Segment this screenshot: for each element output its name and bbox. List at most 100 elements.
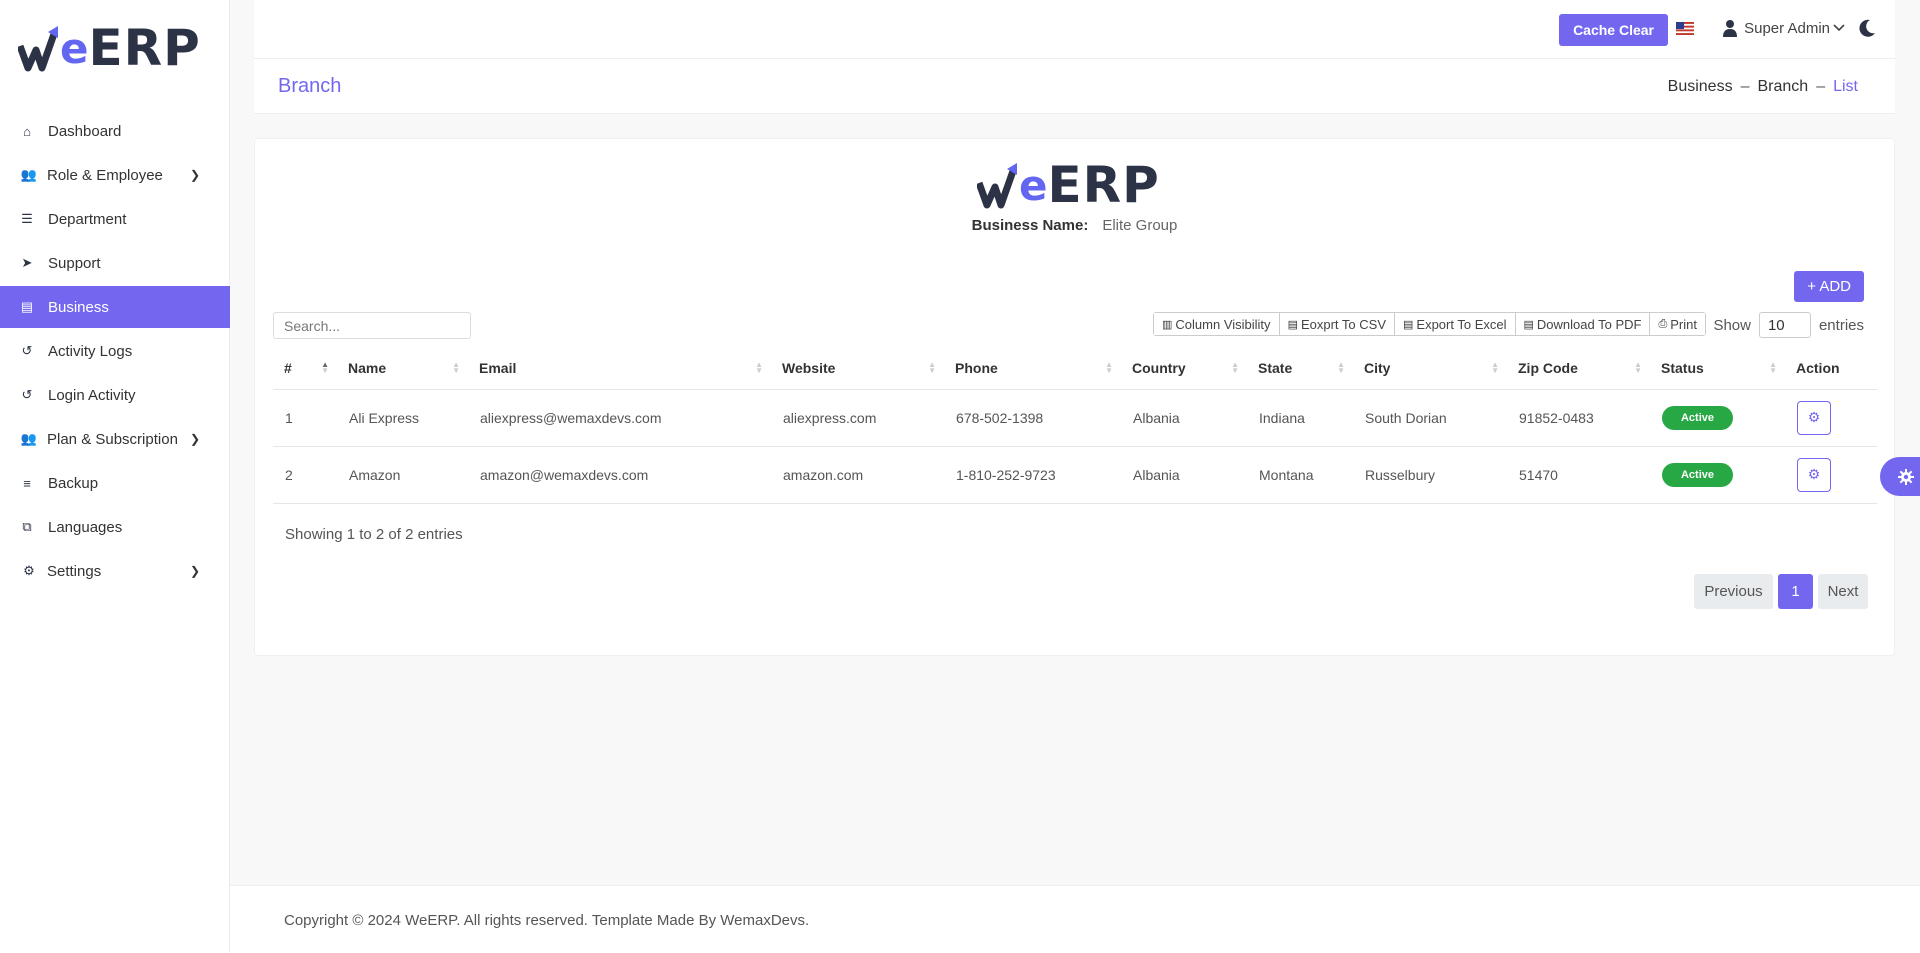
weerp-logo[interactable]: e ERP [18, 22, 201, 74]
paper-plane-icon: ➤ [21, 255, 33, 270]
sort-icon: ▲ ▼ [452, 360, 460, 375]
copyright-text: Copyright © 2024 WeERP. All rights reser… [284, 912, 810, 929]
sidebar-nav: ⌂ Dashboard 👥 Role & Employee ❯ ☰ Depart… [0, 110, 230, 594]
sidebar-item-dashboard[interactable]: ⌂ Dashboard [0, 110, 230, 152]
sidebar-item-label: Role & Employee [47, 166, 163, 184]
page-1-button[interactable]: 1 [1778, 574, 1813, 609]
cell-country: Albania [1121, 446, 1247, 504]
file-excel-icon: ▤ [1403, 318, 1414, 331]
download-pdf-button[interactable]: ▤ Download To PDF [1515, 313, 1651, 335]
page-header: Branch Business – Branch – List [254, 59, 1895, 114]
cell-state: Indiana [1247, 389, 1353, 447]
sidebar-item-activity-logs[interactable]: ↺ Activity Logs [0, 330, 230, 372]
avatar [1723, 20, 1738, 37]
gears-icon: ⚙ [1807, 409, 1821, 425]
logo-arrow-icon [18, 26, 58, 72]
cell-city: South Dorian [1353, 389, 1507, 447]
cell-website: amazon.com [771, 446, 944, 504]
cell-zip: 91852-0483 [1507, 389, 1650, 447]
home-icon: ⌂ [23, 123, 31, 139]
list-icon: ☰ [21, 211, 33, 226]
cell-email: aliexpress@wemaxdevs.com [468, 389, 771, 447]
footer: Copyright © 2024 WeERP. All rights reser… [230, 885, 1920, 953]
page-size-select[interactable]: 10 [1758, 312, 1811, 338]
cell-number: 2 [273, 446, 337, 504]
dark-mode-toggle-icon[interactable] [1857, 18, 1877, 38]
cell-status: Active [1650, 446, 1785, 504]
column-header-number[interactable]: # ▲ ▼ [273, 348, 337, 390]
row-actions-button[interactable]: ⚙ [1797, 400, 1831, 435]
breadcrumb-branch[interactable]: Branch [1757, 78, 1808, 95]
logo-letter: e [1019, 160, 1048, 210]
us-flag-icon[interactable] [1676, 22, 1694, 35]
print-button[interactable]: ⎙ Print [1650, 313, 1705, 335]
sidebar-item-support[interactable]: ➤ Support [0, 242, 230, 284]
next-page-button[interactable]: Next [1818, 574, 1868, 609]
business-name-value: Elite Group [1102, 217, 1178, 234]
column-header-country[interactable]: Country ▲ ▼ [1121, 348, 1247, 390]
sidebar-item-role-employee[interactable]: 👥 Role & Employee ❯ [0, 154, 230, 196]
users-icon: 👥 [20, 431, 38, 446]
column-header-name[interactable]: Name ▲ ▼ [337, 348, 468, 390]
branch-card: e ERP Business Name:Elite Group + ADD ▥C… [254, 138, 1895, 656]
gears-icon: ⚙ [23, 563, 35, 578]
logo-text: ERP [1047, 156, 1160, 214]
cell-phone: 678-502-1398 [944, 389, 1121, 447]
gear-icon [1898, 468, 1914, 485]
printer-icon: ⎙ [1658, 317, 1668, 330]
column-header-website[interactable]: Website ▲ ▼ [771, 348, 944, 390]
gears-icon: ⚙ [1807, 466, 1821, 482]
table-row: 1 Ali Express aliexpress@wemaxdevs.com a… [273, 389, 1877, 447]
column-visibility-button[interactable]: ▥ Column Visibility [1154, 313, 1280, 335]
export-excel-button[interactable]: ▤ Export To Excel [1395, 313, 1516, 335]
sidebar: e ERP ⌂ Dashboard 👥 Role & Employee ❯ ☰ … [0, 0, 230, 953]
theme-settings-tab[interactable] [1880, 457, 1920, 496]
table-info: Showing 1 to 2 of 2 entries [285, 526, 463, 543]
logo-letter: e [60, 23, 89, 73]
sidebar-item-plan-subscription[interactable]: 👥 Plan & Subscription ❯ [0, 418, 230, 460]
breadcrumb-business[interactable]: Business [1668, 78, 1733, 95]
sort-icon: ▲ ▼ [1231, 360, 1239, 375]
column-header-status[interactable]: Status ▲ ▼ [1650, 348, 1785, 390]
sidebar-item-backup[interactable]: ≡ Backup [0, 462, 230, 504]
show-label: Show [1713, 316, 1751, 334]
sidebar-item-label: Settings [47, 562, 102, 580]
cell-phone: 1-810-252-9723 [944, 446, 1121, 504]
cell-city: Russelbury [1353, 446, 1507, 504]
sidebar-item-languages[interactable]: ⧉ Languages [0, 506, 230, 548]
sidebar-item-label: Login Activity [48, 386, 136, 404]
cell-state: Montana [1247, 446, 1353, 504]
sidebar-item-business[interactable]: ▤ Business [0, 286, 230, 328]
column-header-zip-code[interactable]: Zip Code ▲ ▼ [1507, 348, 1650, 390]
sidebar-item-label: Business [48, 298, 109, 316]
previous-page-button[interactable]: Previous [1694, 574, 1773, 609]
top-header: Cache Clear Super Admin [254, 0, 1895, 59]
sort-icon: ▲ ▼ [755, 360, 763, 375]
cell-name: Ali Express [337, 389, 468, 447]
cell-number: 1 [273, 389, 337, 447]
column-header-email[interactable]: Email ▲ ▼ [468, 348, 771, 390]
sidebar-item-label: Department [48, 210, 127, 228]
logo-text: ERP [88, 19, 201, 77]
row-actions-button[interactable]: ⚙ [1797, 457, 1831, 492]
status-badge: Active [1662, 462, 1733, 487]
file-pdf-icon: ▤ [1523, 318, 1534, 331]
sidebar-item-department[interactable]: ☰ Department [0, 198, 230, 240]
column-header-phone[interactable]: Phone ▲ ▼ [944, 348, 1121, 390]
users-icon: 👥 [20, 167, 38, 182]
breadcrumb-separator: – [1816, 78, 1826, 95]
cell-zip: 51470 [1507, 446, 1650, 504]
language-icon: ⧉ [22, 519, 32, 534]
column-header-state[interactable]: State ▲ ▼ [1247, 348, 1353, 390]
tool-label: Eoxprt To CSV [1300, 316, 1386, 332]
column-header-city[interactable]: City ▲ ▼ [1353, 348, 1507, 390]
add-button[interactable]: + ADD [1794, 271, 1864, 302]
sidebar-item-login-activity[interactable]: ↺ Login Activity [0, 374, 230, 416]
tool-label: Download To PDF [1536, 316, 1642, 332]
user-menu[interactable]: Super Admin [1722, 19, 1845, 37]
export-csv-button[interactable]: ▤ Eoxprt To CSV [1279, 313, 1395, 335]
sidebar-item-settings[interactable]: ⚙ Settings ❯ [0, 550, 230, 592]
search-input[interactable] [273, 312, 471, 339]
cache-clear-button[interactable]: Cache Clear [1559, 14, 1668, 46]
sidebar-item-label: Languages [48, 518, 123, 536]
